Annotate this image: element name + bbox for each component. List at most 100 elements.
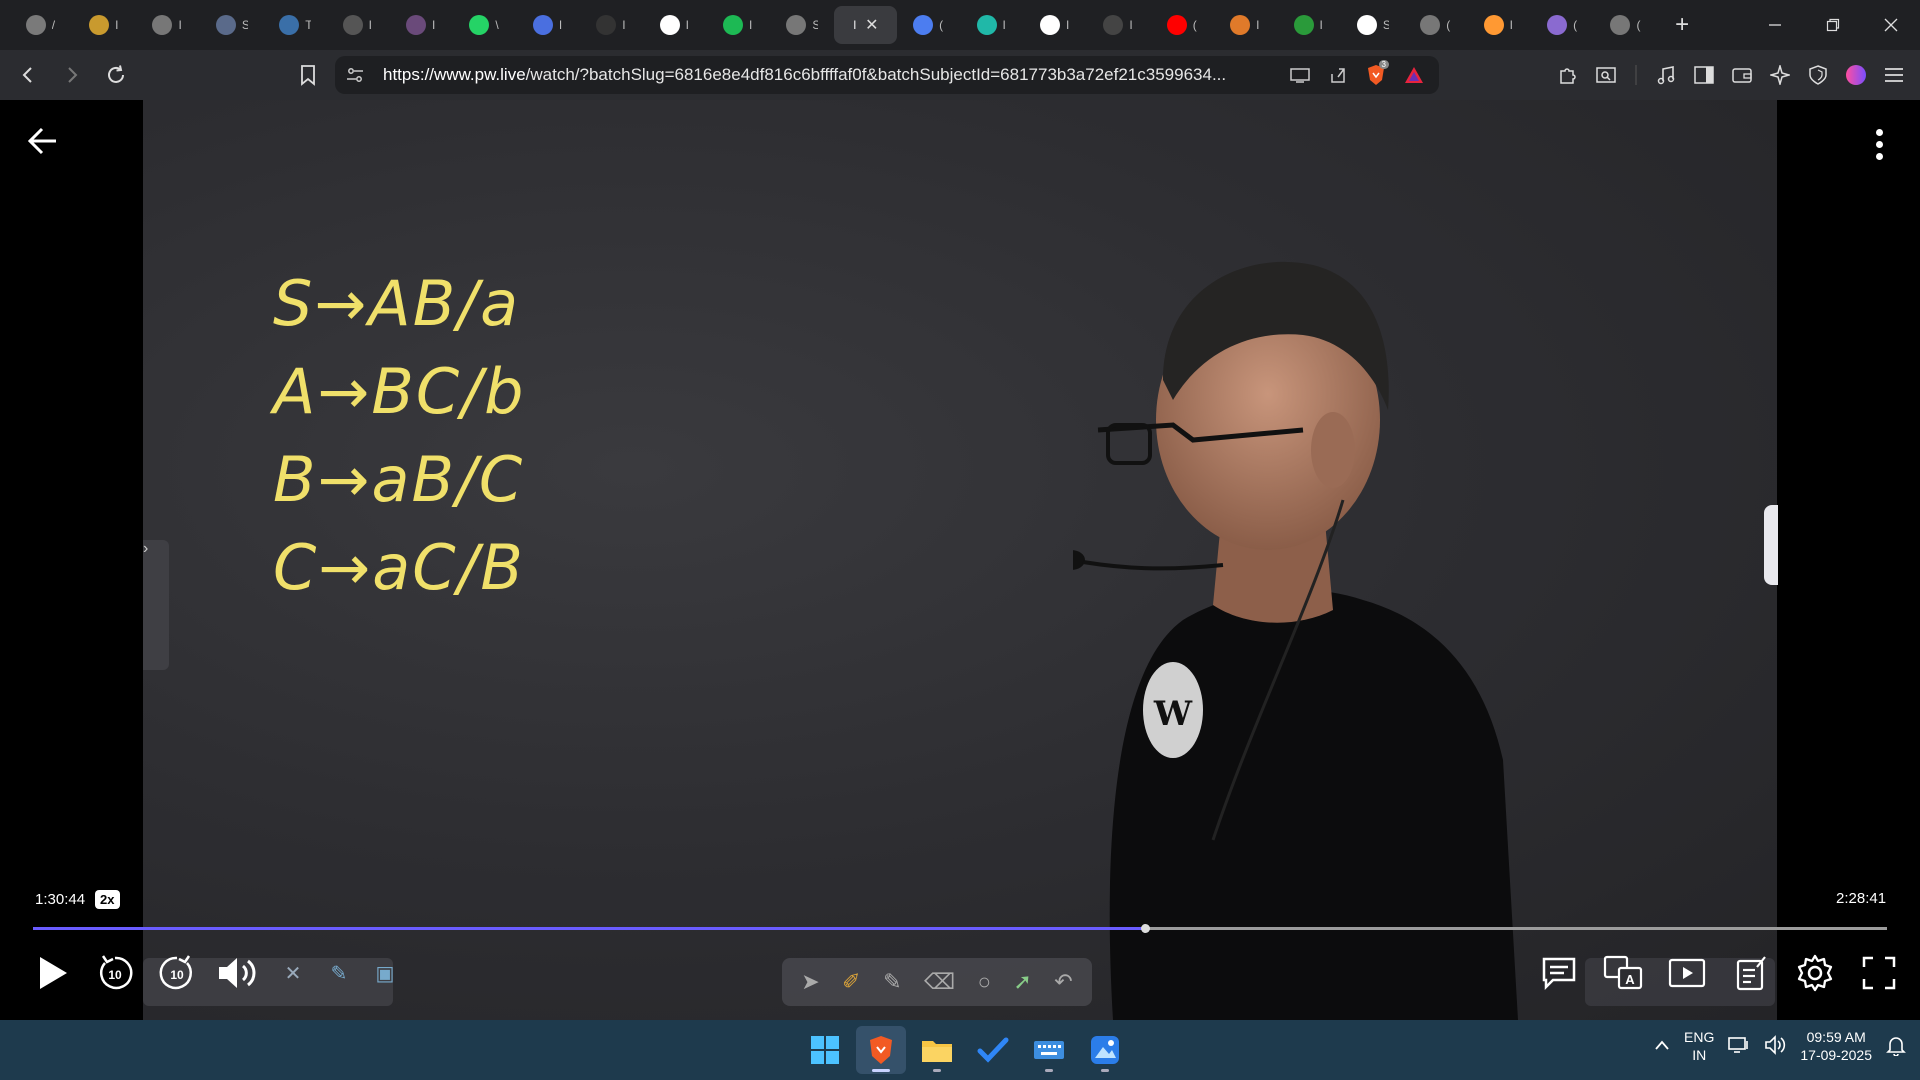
browser-tab[interactable]: I (1214, 6, 1277, 44)
back-button[interactable] (12, 59, 44, 91)
reader-mode-button[interactable] (1590, 59, 1622, 91)
minimize-button[interactable] (1746, 0, 1804, 50)
forward-button[interactable] (56, 59, 88, 91)
tab-title: I (432, 18, 436, 32)
profile-button[interactable] (1840, 59, 1872, 91)
browser-tab[interactable]: ( (1531, 6, 1594, 44)
taskbar-file-explorer[interactable] (912, 1026, 962, 1074)
play-button[interactable] (30, 950, 76, 996)
media-button[interactable] (1650, 59, 1682, 91)
show-hidden-icons-button[interactable] (1654, 1038, 1670, 1054)
india-flag-icon (1483, 15, 1504, 35)
bookmark-button[interactable] (292, 59, 324, 91)
video-player[interactable]: S→AB/a A→BC/b B→aB/C C→aC/B W › 1:30:44 … (0, 100, 1920, 1020)
volume-tray-button[interactable] (1764, 1034, 1786, 1058)
left-drawer-handle[interactable]: › (143, 540, 169, 670)
network-button[interactable] (1728, 1035, 1750, 1058)
browser-tab[interactable]: I (137, 6, 200, 44)
notes-button[interactable] (1728, 950, 1774, 996)
browser-tab[interactable]: I (1468, 6, 1531, 44)
cursor-icon[interactable]: ➤ (801, 969, 819, 995)
browser-tab[interactable]: ( (1405, 6, 1468, 44)
browser-tab[interactable]: I (1278, 6, 1341, 44)
tool-icon[interactable]: ▣ (370, 950, 400, 996)
perplexity-icon (976, 15, 997, 35)
more-options-button[interactable] (1862, 122, 1896, 166)
close-window-button[interactable] (1862, 0, 1920, 50)
clock[interactable]: 09:59 AM 17-09-2025 (1800, 1028, 1872, 1064)
browser-tab[interactable]: ( (1595, 6, 1658, 44)
wallet-button[interactable] (1726, 59, 1758, 91)
volume-button[interactable] (216, 950, 262, 996)
browser-tab[interactable]: I (390, 6, 453, 44)
close-tab-icon[interactable]: ✕ (865, 15, 878, 35)
browser-tab[interactable]: I (517, 6, 580, 44)
browser-tab[interactable]: I (644, 6, 707, 44)
browser-tab[interactable]: \ (454, 6, 517, 44)
browser-tab[interactable]: T (264, 6, 327, 44)
taskbar-todo[interactable] (968, 1026, 1018, 1074)
notifications-button[interactable] (1886, 1034, 1906, 1059)
undo-icon[interactable]: ↶ (1054, 969, 1072, 995)
taskbar-apps (800, 1026, 1130, 1074)
browser-tab-active[interactable]: I ✕ (834, 6, 898, 44)
browser-tab[interactable]: S (200, 6, 263, 44)
tool-icon[interactable]: ✎ (324, 950, 354, 996)
rewind-10-button[interactable]: 10 (92, 950, 138, 996)
highlighter-icon[interactable]: ✎ (883, 969, 901, 995)
browser-tab[interactable]: I (1088, 6, 1151, 44)
brave-rewards-button[interactable] (1399, 60, 1429, 90)
player-back-button[interactable] (22, 120, 64, 162)
pen-icon[interactable]: ✐ (842, 969, 860, 995)
settings-button[interactable] (1792, 950, 1838, 996)
eraser-icon[interactable]: ⌫ (924, 969, 955, 995)
site-settings-icon[interactable] (335, 67, 375, 83)
leo-ai-button[interactable] (1764, 59, 1796, 91)
browser-tab[interactable]: I (707, 6, 770, 44)
browser-tab[interactable]: S (771, 6, 834, 44)
sidebar-toggle-button[interactable] (1688, 59, 1720, 91)
new-tab-button[interactable]: + (1664, 7, 1700, 43)
input-language[interactable]: ENG IN (1684, 1028, 1714, 1064)
browser-tab[interactable]: / (10, 6, 73, 44)
svg-text:W: W (1153, 694, 1193, 734)
shape-icon[interactable]: ○ (978, 969, 991, 995)
browser-tab[interactable]: I (961, 6, 1024, 44)
main-menu-button[interactable] (1878, 59, 1910, 91)
browser-tab[interactable]: I (327, 6, 390, 44)
fullscreen-button[interactable] (1856, 950, 1902, 996)
taskbar-brave[interactable] (856, 1026, 906, 1074)
extensions-button[interactable] (1552, 59, 1584, 91)
right-drawer-handle[interactable] (1764, 505, 1778, 585)
pip-button[interactable] (1664, 950, 1710, 996)
captions-button[interactable] (1536, 950, 1582, 996)
tab-title: I (178, 18, 182, 32)
reload-button[interactable] (100, 59, 132, 91)
cast-button[interactable] (1285, 60, 1315, 90)
browser-tab[interactable]: I (581, 6, 644, 44)
playback-speed-badge[interactable]: 2x (95, 890, 120, 909)
taskbar-on-screen-keyboard[interactable] (1024, 1026, 1074, 1074)
rule-line: A→BC/b (273, 355, 526, 428)
browser-tab[interactable]: I (1024, 6, 1087, 44)
browser-tab[interactable]: I (73, 6, 136, 44)
video-frame[interactable]: S→AB/a A→BC/b B→aB/C C→aC/B W (143, 100, 1777, 1020)
seek-bar[interactable] (33, 924, 1887, 933)
browser-tab[interactable]: ( (1151, 6, 1214, 44)
vpn-button[interactable] (1802, 59, 1834, 91)
brave-shields-button[interactable]: 3 (1361, 60, 1391, 90)
taskbar-photos[interactable] (1080, 1026, 1130, 1074)
address-bar[interactable]: https://www.pw.live/watch/?batchSlug=681… (335, 56, 1439, 94)
browser-tab[interactable]: ( (897, 6, 960, 44)
tool-icon[interactable]: ✕ (278, 950, 308, 996)
forward-10-button[interactable]: 10 (154, 950, 200, 996)
url-host: https://www.pw.live (383, 65, 526, 84)
translate-button[interactable]: A (1600, 950, 1646, 996)
browser-tab[interactable]: S (1341, 6, 1404, 44)
minimize-icon (1769, 24, 1781, 26)
start-button[interactable] (800, 1026, 850, 1074)
url-text[interactable]: https://www.pw.live/watch/?batchSlug=681… (383, 65, 1253, 85)
restore-button[interactable] (1804, 0, 1862, 50)
share-button[interactable] (1323, 60, 1353, 90)
laser-pointer-icon[interactable]: ➚ (1013, 969, 1031, 995)
